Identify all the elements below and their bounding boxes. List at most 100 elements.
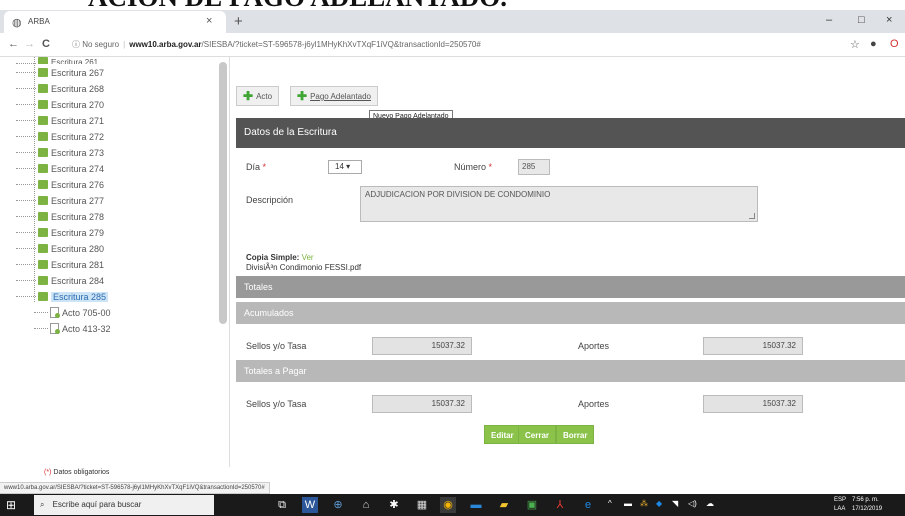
tray-battery-icon[interactable]: ▬ xyxy=(624,499,632,508)
edge-icon[interactable]: e xyxy=(580,497,596,513)
tree-item[interactable]: Escritura 267 xyxy=(16,66,104,80)
globe-icon: ◍ xyxy=(12,17,22,29)
chrome-icon[interactable]: ◉ xyxy=(440,497,456,513)
pdf-icon[interactable]: ⅄ xyxy=(552,497,568,513)
tree-item[interactable]: Escritura 277 xyxy=(16,194,104,208)
document-icon xyxy=(50,307,60,318)
photos-icon[interactable]: ▣ xyxy=(524,497,540,513)
numero-label: Número * xyxy=(454,162,493,172)
tree-item[interactable]: Escritura 278 xyxy=(16,210,104,224)
cerrar-button[interactable]: Cerrar xyxy=(518,425,557,444)
folder-icon xyxy=(38,212,48,221)
security-indicator[interactable]: ⓘ No seguro xyxy=(72,40,119,49)
editar-button[interactable]: Editar xyxy=(484,425,521,444)
clock[interactable]: 7:56 p. m. 17/12/2019 xyxy=(852,496,882,514)
tab-arba[interactable]: ◍ ARBA × xyxy=(4,11,226,33)
document-icon xyxy=(50,323,60,334)
store-icon[interactable]: ⌂ xyxy=(358,497,374,513)
app-icon[interactable]: ⊕ xyxy=(330,497,346,513)
tree-scrollbar[interactable] xyxy=(219,62,227,324)
folder-icon xyxy=(38,260,48,269)
minimize-button[interactable]: – xyxy=(826,14,832,26)
folder-icon xyxy=(38,148,48,157)
tab-title: ARBA xyxy=(28,17,50,26)
tab-bar: ◍ ARBA × + – □ × xyxy=(0,10,905,33)
sellos-label: Sellos y/o Tasa xyxy=(246,341,307,351)
word-icon[interactable]: W xyxy=(302,497,318,513)
plus-icon: ✚ xyxy=(297,89,308,103)
tree-item[interactable]: Escritura 279 xyxy=(16,226,104,240)
sellos-value: 15037.32 xyxy=(372,337,472,355)
task-view-icon[interactable]: ⧉ xyxy=(274,497,290,513)
ver-link[interactable]: Ver xyxy=(302,253,314,262)
address-bar: ← → C ⓘ No seguro | www10.arba.gov.ar/SIES… xyxy=(0,33,905,57)
aportes-pagar-value: 15037.32 xyxy=(703,395,803,413)
acumulados-header: Acumulados xyxy=(236,302,905,324)
folder-icon xyxy=(38,100,48,109)
url-field[interactable]: ⓘ No seguro | www10.arba.gov.ar/SIESBA/?ti… xyxy=(72,38,842,52)
folder-icon xyxy=(38,292,48,301)
tray-onedrive-icon[interactable]: ☁ xyxy=(706,499,714,508)
tree-item[interactable]: Escritura 270 xyxy=(16,98,104,112)
folder-icon xyxy=(38,116,48,125)
descripcion-label: Descripción xyxy=(246,195,294,205)
tree-item[interactable]: Escritura 272 xyxy=(16,130,104,144)
language-indicator[interactable]: ESP LAA xyxy=(834,496,846,514)
tray-volume-icon[interactable]: ◁) xyxy=(688,499,697,508)
resize-handle[interactable] xyxy=(749,213,755,219)
profile-icon[interactable]: ● xyxy=(870,38,877,50)
tree-item[interactable]: Escritura 273 xyxy=(16,146,104,160)
tree-item-selected[interactable]: Escritura 285 xyxy=(16,290,109,304)
calculator-icon[interactable]: ▦ xyxy=(414,497,430,513)
tree-child-item[interactable]: Acto 705-00 xyxy=(34,306,111,320)
tree-item[interactable]: Escritura 280 xyxy=(16,242,104,256)
settings-icon[interactable]: ✱ xyxy=(386,497,402,513)
opera-icon[interactable]: O xyxy=(890,38,899,50)
borrar-button[interactable]: Borrar xyxy=(556,425,595,444)
tree-item[interactable]: Escritura 276 xyxy=(16,178,104,192)
tree-item[interactable]: Escritura 268 xyxy=(16,82,104,96)
tray-chevron-icon[interactable]: ^ xyxy=(608,499,612,508)
tab-close-button[interactable]: × xyxy=(206,15,212,27)
folder-icon xyxy=(38,276,48,285)
tree-item[interactable]: Escritura 284 xyxy=(16,274,104,288)
numero-field[interactable]: 285 xyxy=(518,159,550,175)
tray-dropbox-icon[interactable]: ◆ xyxy=(656,499,662,508)
aportes-value: 15037.32 xyxy=(703,337,803,355)
new-tab-button[interactable]: + xyxy=(234,13,243,30)
forward-button[interactable]: → xyxy=(24,38,35,50)
aportes-pagar-label: Aportes xyxy=(578,399,610,409)
tray-network-icon[interactable]: ◥ xyxy=(672,499,678,508)
totales-a-pagar-header: Totales a Pagar xyxy=(236,360,905,382)
windows-start-icon[interactable]: ⊞ xyxy=(6,498,16,512)
folder-icon xyxy=(38,164,48,173)
descripcion-textarea[interactable]: ADJUDICACION POR DIVISION DE CONDOMINIO xyxy=(360,186,758,222)
star-icon[interactable]: ☆ xyxy=(850,38,860,51)
tray-app-icon[interactable]: ⁂ xyxy=(640,499,648,508)
copia-filename: DivisiÃ³n Condimonio FESSI.pdf xyxy=(246,263,362,272)
add-acto-button[interactable]: ✚ Acto xyxy=(236,86,280,106)
taskbar-search[interactable]: ⌕ Escribe aquí para buscar xyxy=(34,495,214,515)
file-explorer-icon[interactable]: ▰ xyxy=(496,497,512,513)
mail-icon[interactable]: ▬ xyxy=(468,497,484,513)
dia-select[interactable]: 14 ▾ xyxy=(328,160,362,174)
tree-child-item[interactable]: Acto 413-32 xyxy=(34,322,111,336)
add-pago-adelantado-button[interactable]: ✚ Pago Adelantado xyxy=(290,86,379,106)
tree-item[interactable]: Escritura 271 xyxy=(16,114,104,128)
reload-button[interactable]: C xyxy=(42,38,50,50)
folder-icon xyxy=(38,68,48,77)
folder-icon xyxy=(38,228,48,237)
folder-icon xyxy=(38,132,48,141)
section-header: Datos de la Escritura xyxy=(236,118,905,148)
tree-item[interactable]: Escritura 281 xyxy=(16,258,104,272)
tree-item[interactable]: Escritura 274 xyxy=(16,162,104,176)
required-footnote: (*) Datos obligatorios xyxy=(44,469,110,476)
back-button[interactable]: ← xyxy=(8,38,19,50)
close-window-button[interactable]: × xyxy=(886,14,892,26)
folder-icon xyxy=(38,196,48,205)
folder-icon xyxy=(38,180,48,189)
aportes-label: Aportes xyxy=(578,341,610,351)
status-bar-url: www10.arba.gov.ar/SIESBA/?ticket=ST-5965… xyxy=(0,482,270,494)
folder-icon xyxy=(38,244,48,253)
maximize-button[interactable]: □ xyxy=(858,14,865,26)
